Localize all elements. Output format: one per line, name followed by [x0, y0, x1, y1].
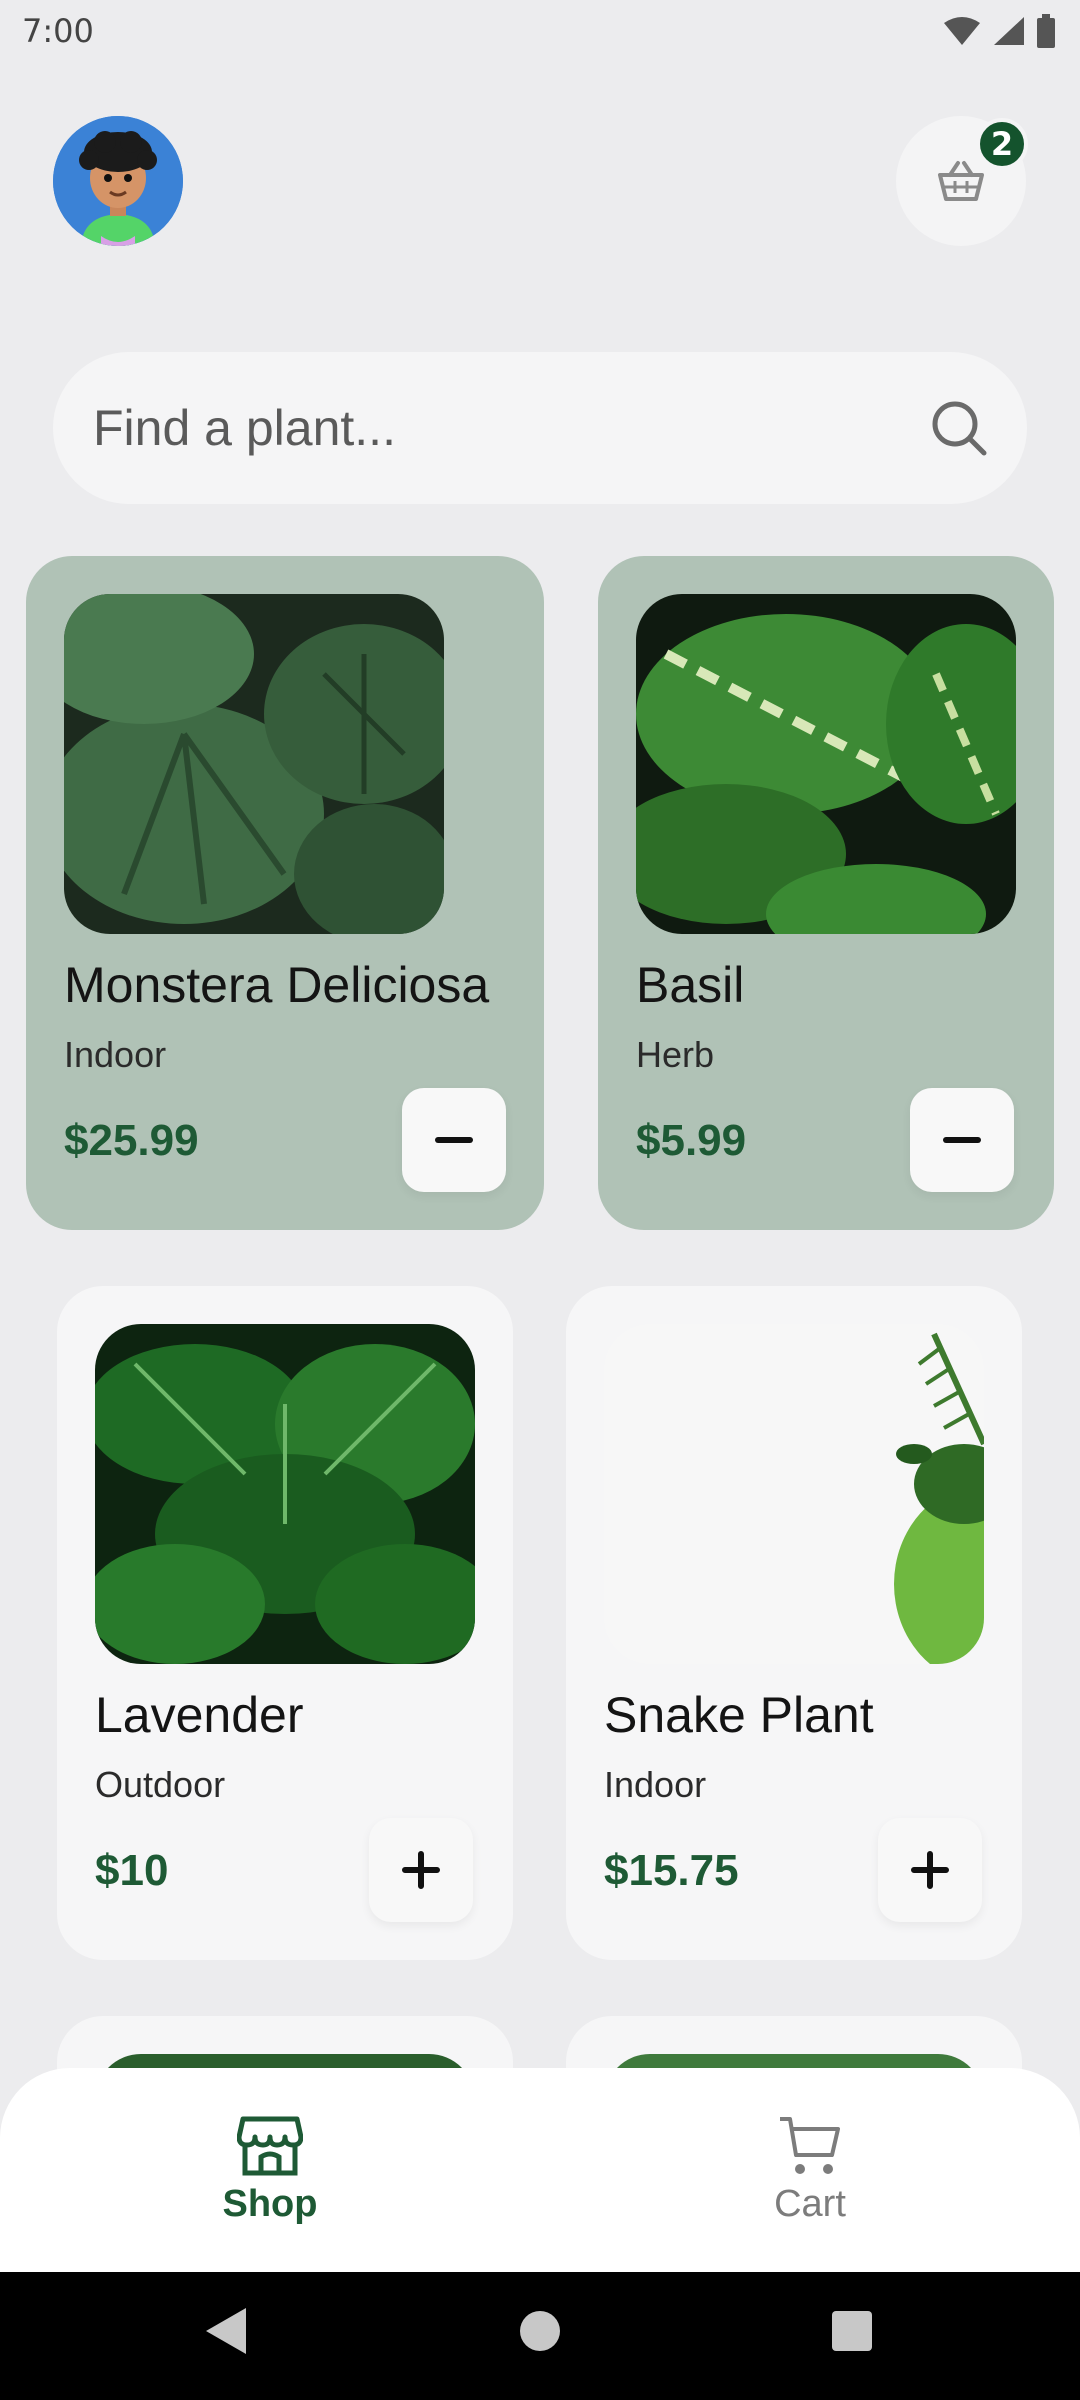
status-bar: 7:00 — [0, 0, 1080, 64]
remove-from-cart-button[interactable] — [402, 1088, 506, 1192]
product-category: Indoor — [64, 1034, 167, 1075]
product-image — [604, 1324, 984, 1664]
cart-count-badge: 2 — [976, 118, 1028, 170]
product-name: Lavender — [95, 1687, 304, 1743]
minus-icon — [943, 1137, 981, 1143]
status-time: 7:00 — [22, 12, 94, 50]
wifi-icon — [944, 17, 980, 45]
plus-icon — [911, 1851, 949, 1889]
product-price: $25.99 — [64, 1116, 199, 1165]
nav-label: Shop — [222, 2182, 318, 2225]
minus-icon — [435, 1137, 473, 1143]
product-name: Basil — [636, 957, 745, 1013]
product-category: Herb — [636, 1034, 715, 1075]
back-icon[interactable] — [202, 2306, 248, 2356]
product-card[interactable]: Snake Plant Indoor $15.75 — [566, 1286, 1022, 1960]
nav-item-cart[interactable]: Cart — [540, 2068, 1080, 2272]
product-card[interactable]: Lavender Outdoor $10 — [57, 1286, 513, 1960]
product-category: Indoor — [604, 1764, 707, 1805]
product-name: Snake Plant — [604, 1687, 874, 1743]
product-image — [64, 594, 444, 934]
bottom-navigation: Shop Cart — [0, 2068, 1080, 2272]
signal-icon — [994, 17, 1024, 45]
search-input[interactable] — [93, 352, 893, 504]
product-price: $10 — [95, 1846, 169, 1895]
product-card[interactable]: Monstera Deliciosa Indoor $25.99 — [26, 556, 544, 1230]
store-icon — [237, 2116, 303, 2175]
product-name: Monstera Deliciosa — [64, 957, 490, 1013]
product-price: $15.75 — [604, 1846, 739, 1895]
basket-icon — [938, 161, 984, 201]
status-icons — [942, 14, 1056, 48]
recents-icon[interactable] — [830, 2306, 874, 2356]
nav-label: Cart — [774, 2182, 846, 2225]
system-navigation-bar — [0, 2272, 1080, 2400]
product-price: $5.99 — [636, 1116, 747, 1165]
home-icon[interactable] — [518, 2306, 562, 2356]
add-to-cart-button[interactable] — [878, 1818, 982, 1922]
cart-icon — [780, 2116, 840, 2174]
avatar[interactable] — [53, 116, 183, 246]
product-card[interactable]: Basil Herb $5.99 — [598, 556, 1054, 1230]
product-image — [95, 1324, 475, 1664]
search-bar — [53, 352, 1027, 504]
plus-icon — [402, 1851, 440, 1889]
product-category: Outdoor — [95, 1764, 226, 1805]
search-icon[interactable] — [929, 398, 989, 458]
battery-icon — [1037, 14, 1055, 48]
avatar-illustration — [53, 116, 183, 246]
product-image — [636, 594, 1016, 934]
add-to-cart-button[interactable] — [369, 1818, 473, 1922]
nav-item-shop[interactable]: Shop — [0, 2068, 540, 2272]
remove-from-cart-button[interactable] — [910, 1088, 1014, 1192]
